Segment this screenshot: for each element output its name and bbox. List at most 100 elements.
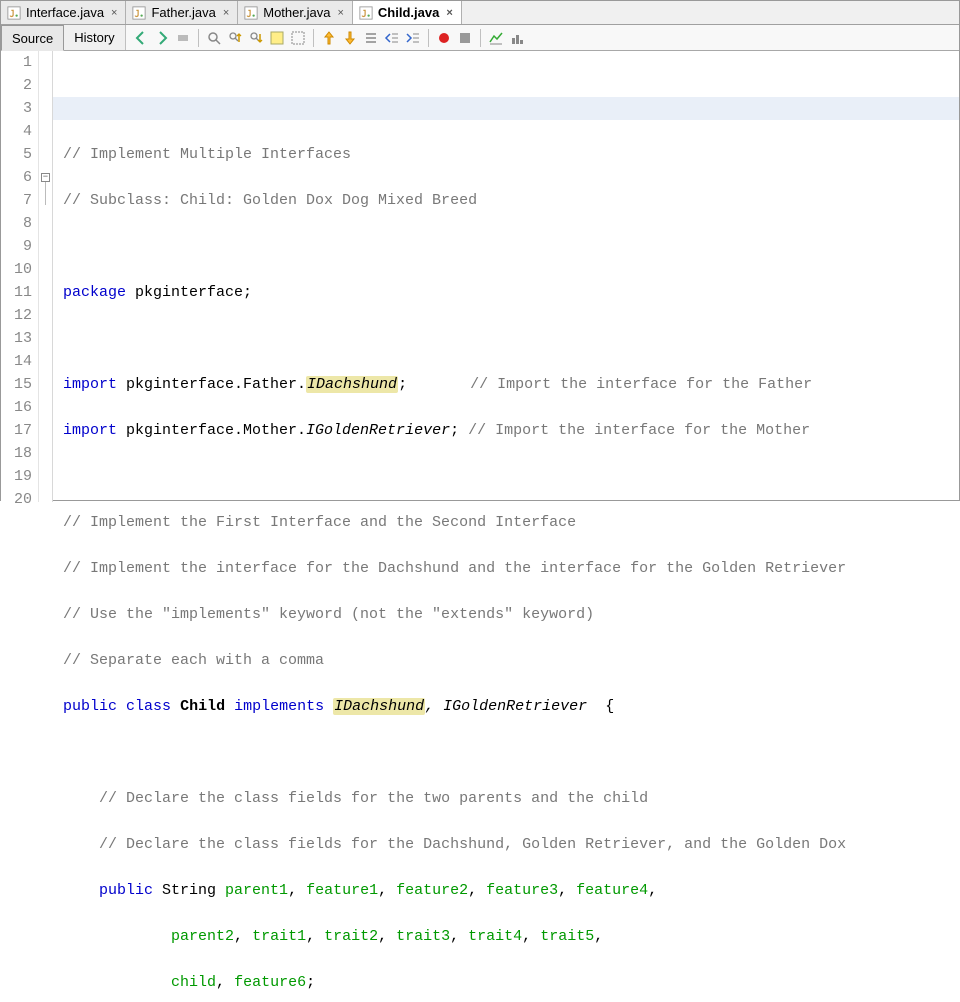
field: feature3 <box>486 882 558 899</box>
line-number: 10 <box>1 258 32 281</box>
tab-child[interactable]: Child.java × <box>353 1 462 24</box>
keyword: package <box>63 284 126 301</box>
dash-icon[interactable] <box>174 29 192 47</box>
code-comment: // Declare the class fields for the two … <box>99 790 648 807</box>
line-number: 16 <box>1 396 32 419</box>
code-comment: // Import the interface for the Mother <box>468 422 810 439</box>
code-comment: // Separate each with a comma <box>63 652 324 669</box>
line-number: 6 <box>1 166 32 189</box>
code-text: pkginterface.Father. <box>117 376 306 393</box>
tab-father[interactable]: Father.java × <box>126 1 238 24</box>
field: parent1 <box>225 882 288 899</box>
tab-mother[interactable]: Mother.java × <box>238 1 353 24</box>
field: trait5 <box>540 928 594 945</box>
field: feature2 <box>396 882 468 899</box>
code-text: { <box>587 698 614 715</box>
field: trait2 <box>324 928 378 945</box>
line-number: 5 <box>1 143 32 166</box>
line-number: 17 <box>1 419 32 442</box>
identifier: IGoldenRetriever <box>306 422 450 439</box>
field: feature4 <box>576 882 648 899</box>
editor-toolbar-bar: Source History <box>1 25 959 51</box>
code-text: pkginterface; <box>126 284 252 301</box>
select-icon[interactable] <box>289 29 307 47</box>
fold-guide <box>45 182 46 205</box>
tab-interface[interactable]: Interface.java × <box>1 1 126 24</box>
separator <box>198 29 199 47</box>
stop-icon[interactable] <box>456 29 474 47</box>
line-number: 15 <box>1 373 32 396</box>
code-comment: // Import the interface for the Father <box>470 376 812 393</box>
close-icon[interactable]: × <box>221 7 231 19</box>
code-comment: // Declare the class fields for the Dach… <box>99 836 846 853</box>
close-icon[interactable]: × <box>444 7 454 19</box>
code-comment: // Subclass: Child: Golden Dox Dog Mixed… <box>63 192 477 209</box>
tab-label: Child.java <box>378 5 439 20</box>
fold-toggle-icon[interactable]: − <box>41 173 50 182</box>
field: feature6 <box>234 974 306 991</box>
subtab-history[interactable]: History <box>64 25 125 50</box>
keyword: public <box>63 698 117 715</box>
keyword: public <box>99 882 153 899</box>
chart-icon[interactable] <box>487 29 505 47</box>
shift-up-icon[interactable] <box>320 29 338 47</box>
line-number: 12 <box>1 304 32 327</box>
separator <box>313 29 314 47</box>
tab-label: Mother.java <box>263 5 330 20</box>
line-number: 8 <box>1 212 32 235</box>
find-icon[interactable] <box>205 29 223 47</box>
line-number: 18 <box>1 442 32 465</box>
line-number: 9 <box>1 235 32 258</box>
line-number: 7 <box>1 189 32 212</box>
keyword: import <box>63 376 117 393</box>
code-text: String <box>153 882 225 899</box>
class-name: Child <box>180 698 225 715</box>
tab-label: Interface.java <box>26 5 104 20</box>
nav-fwd-icon[interactable] <box>153 29 171 47</box>
file-tabs-bar: Interface.java × Father.java × Mother.ja… <box>1 1 959 25</box>
code-comment: // Implement the interface for the Dachs… <box>63 560 846 577</box>
line-number: 3 <box>1 97 32 120</box>
code-editor[interactable]: 1 2 3 4 5 6 7 8 9 10 11 12 13 14 15 16 1… <box>1 51 959 502</box>
code-text: pkginterface.Mother. <box>117 422 306 439</box>
field: trait1 <box>252 928 306 945</box>
find-prev-icon[interactable] <box>226 29 244 47</box>
code-comment: // Use the "implements" keyword (not the… <box>63 606 594 623</box>
indent-icon[interactable] <box>404 29 422 47</box>
field: child <box>171 974 216 991</box>
code-text: , <box>425 698 443 715</box>
close-icon[interactable]: × <box>335 7 345 19</box>
editor-toolbar <box>126 25 532 50</box>
code-text: ; <box>398 376 407 393</box>
outdent-icon[interactable] <box>383 29 401 47</box>
java-file-icon <box>244 6 258 20</box>
current-line-highlight <box>53 97 959 120</box>
separator <box>428 29 429 47</box>
highlighted-identifier: IDachshund <box>333 698 425 715</box>
separator <box>480 29 481 47</box>
find-next-icon[interactable] <box>247 29 265 47</box>
field: feature1 <box>306 882 378 899</box>
record-icon[interactable] <box>435 29 453 47</box>
java-file-icon <box>132 6 146 20</box>
nav-back-icon[interactable] <box>132 29 150 47</box>
keyword: import <box>63 422 117 439</box>
code-comment: // Implement the First Interface and the… <box>63 514 576 531</box>
bars-icon[interactable] <box>508 29 526 47</box>
code-area[interactable]: // Implement Multiple Interfaces // Subc… <box>53 51 959 502</box>
line-number-gutter: 1 2 3 4 5 6 7 8 9 10 11 12 13 14 15 16 1… <box>1 51 39 502</box>
shift-down-icon[interactable] <box>341 29 359 47</box>
line-number: 14 <box>1 350 32 373</box>
code-text: ; <box>450 422 468 439</box>
close-icon[interactable]: × <box>109 7 119 19</box>
subtab-source[interactable]: Source <box>1 25 64 51</box>
field: trait3 <box>396 928 450 945</box>
highlight-icon[interactable] <box>268 29 286 47</box>
line-number: 1 <box>1 51 32 74</box>
highlighted-identifier: IDachshund <box>306 376 398 393</box>
lines-icon[interactable] <box>362 29 380 47</box>
line-number: 13 <box>1 327 32 350</box>
keyword: implements <box>234 698 324 715</box>
line-number: 4 <box>1 120 32 143</box>
identifier: IGoldenRetriever <box>443 698 587 715</box>
